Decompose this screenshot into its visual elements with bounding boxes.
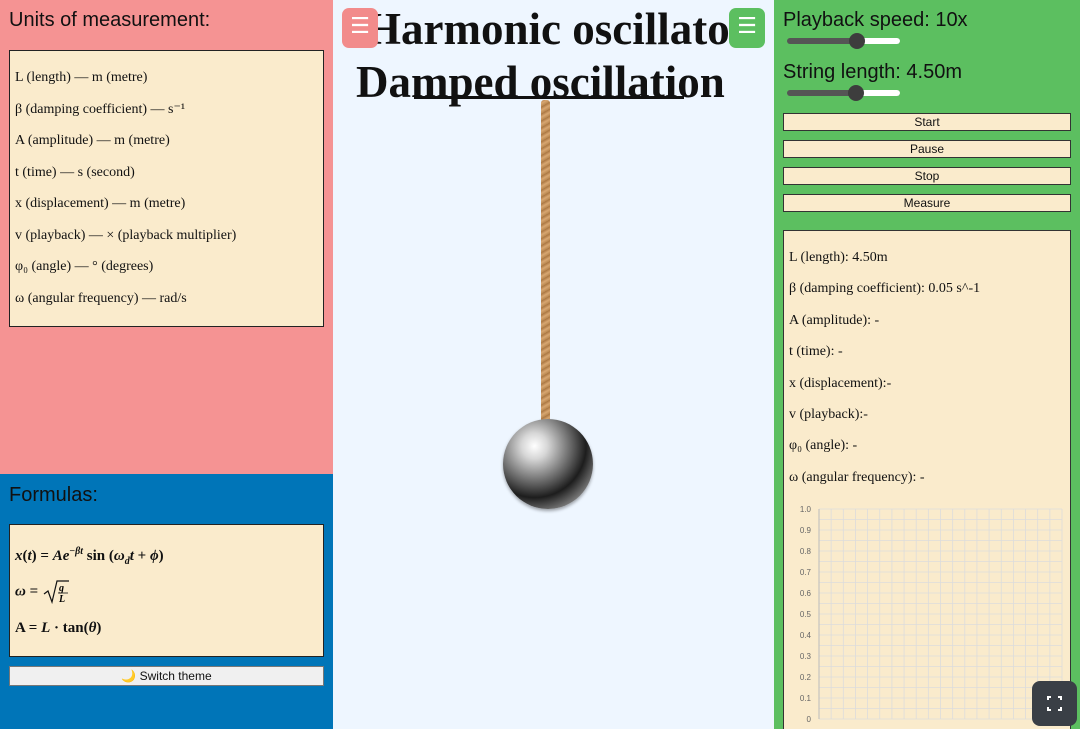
formulas-panel: Formulas: x(t) = Ae−βt sin (ωdt + ϕ) ω =… [0, 474, 333, 729]
measurement-chart: 0 0.1 0.2 0.3 0.4 0.5 0.6 0.7 0.8 0.9 1.0 [800, 505, 1063, 724]
string-length-slider[interactable] [787, 85, 900, 101]
measurement-row: v (playback):- [789, 406, 868, 422]
start-button[interactable]: Start [783, 113, 1071, 131]
playback-speed-slider[interactable] [787, 33, 900, 49]
chart-y-tick-label: 0.2 [800, 673, 812, 682]
sqrt-icon: g L [43, 580, 69, 605]
fullscreen-button[interactable] [1032, 681, 1077, 726]
unit-row: A (amplitude) — m (metre) [15, 133, 170, 148]
unit-row: ω (angular frequency) — rad/s [15, 290, 187, 306]
chart-y-tick-label: 0.4 [800, 631, 812, 640]
measurement-row: ω (angular frequency): - [789, 469, 925, 485]
unit-row: β (damping coefficient) — s⁻¹ [15, 101, 186, 117]
switch-theme-button[interactable]: 🌙 Switch theme [9, 666, 324, 686]
string-length-label: String length: 4.50m [783, 61, 962, 83]
measurement-row: x (displacement):- [789, 375, 892, 391]
measure-button[interactable]: Measure [783, 194, 1071, 212]
formula-displacement: x(t) = Ae−βt sin (ωdt + ϕ) [15, 546, 164, 567]
unit-row: L (length) — m (metre) [15, 70, 148, 85]
svg-text:L: L [58, 594, 65, 605]
chart-y-tick-label: 0.8 [800, 547, 812, 556]
units-title: Units of measurement: [9, 9, 211, 31]
chart-y-tick-label: 1.0 [800, 505, 812, 514]
chart-y-tick-label: 0.7 [800, 568, 812, 577]
formula-angular-frequency: ω = g L [15, 579, 323, 617]
playback-speed-label: Playback speed: 10x [783, 9, 968, 31]
measurement-row: A (amplitude): - [789, 312, 880, 328]
svg-text:g: g [58, 583, 64, 594]
measurement-row: L (length): 4.50m [789, 250, 888, 265]
units-panel: Units of measurement: L (length) — m (me… [0, 0, 333, 474]
pendulum-scene: Harmonic oscillator Damped oscillation ☰… [333, 0, 774, 729]
units-list: L (length) — m (metre) β (damping coeffi… [9, 50, 324, 327]
measurement-row: t (time): - [789, 344, 843, 360]
controls-panel: Playback speed: 10x String length: 4.50m… [774, 0, 1080, 729]
title-harmonic-oscillator: Harmonic oscillator [366, 4, 750, 54]
right-menu-button[interactable]: ☰ [729, 8, 765, 48]
chart-y-tick-label: 0.3 [800, 652, 812, 661]
slider-thumb[interactable] [847, 85, 864, 101]
chart-y-tick-label: 0 [807, 715, 812, 724]
formulas-list: x(t) = Ae−βt sin (ωdt + ϕ) ω = g L A = L… [9, 524, 324, 657]
pendulum-bob [503, 419, 593, 509]
formulas-title: Formulas: [9, 484, 98, 506]
stop-button[interactable]: Stop [783, 167, 1071, 185]
unit-row: x (displacement) — m (metre) [15, 196, 186, 211]
measurements-panel: L (length): 4.50m β (damping coefficient… [783, 230, 1071, 729]
chart-y-tick-label: 0.6 [800, 589, 812, 598]
pendulum-rope [541, 100, 550, 422]
slider-thumb[interactable] [849, 33, 866, 49]
measurement-row: φ₀ (angle): - [789, 438, 858, 454]
fullscreen-icon [1047, 696, 1062, 711]
pause-button[interactable]: Pause [783, 140, 1071, 158]
chart-y-tick-label: 0.5 [800, 610, 812, 619]
chart-y-tick-label: 0.9 [800, 526, 812, 535]
chart-y-tick-label: 0.1 [800, 694, 812, 703]
unit-row: t (time) — s (second) [15, 164, 135, 180]
left-menu-button[interactable]: ☰ [342, 8, 378, 48]
unit-row: φ₀ (angle) — ° (degrees) [15, 259, 154, 274]
title-damped-oscillation: Damped oscillation [356, 57, 725, 107]
unit-row: v (playback) — × (playback multiplier) [15, 227, 237, 243]
formula-amplitude: A = L · tan(θ) [15, 620, 102, 636]
measurement-row: β (damping coefficient): 0.05 s^-1 [789, 281, 981, 297]
ceiling-bar [414, 96, 684, 99]
